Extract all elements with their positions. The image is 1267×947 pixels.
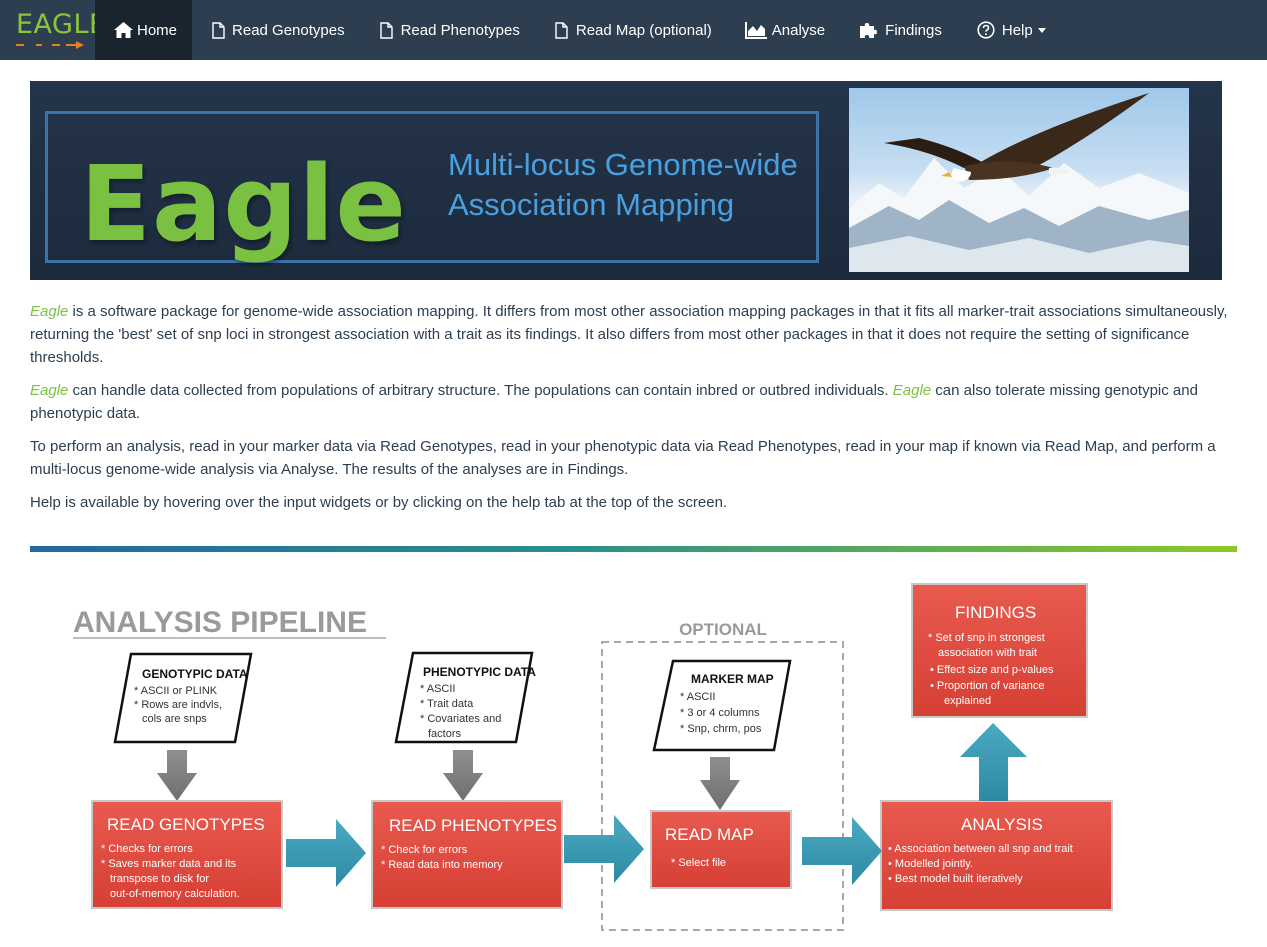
puzzle-icon [857, 20, 881, 40]
intro-p2-text-a: can handle data collected from populatio… [68, 382, 893, 399]
intro-p1-text: is a software package for genome-wide as… [30, 303, 1228, 366]
nav-read-map-label: Read Map (optional) [575, 21, 712, 39]
findings-line: association with trait [938, 647, 1037, 659]
eagle-emphasis: Eagle [30, 382, 69, 399]
gradient-divider [30, 546, 1237, 552]
read-map-line: * Select file [671, 857, 726, 869]
nav-read-phenotypes[interactable]: Read Phenotypes [361, 0, 536, 60]
read-genotypes-title: READ GENOTYPES [107, 815, 265, 834]
brand-name: EAGLE [16, 8, 107, 40]
phenotypic-data-line: * ASCII [420, 683, 455, 695]
nav-read-phenotypes-label: Read Phenotypes [400, 21, 520, 39]
marker-map-title: MARKER MAP [691, 672, 774, 686]
nav-read-genotypes-label: Read Genotypes [232, 21, 345, 39]
intro-paragraph-3: To perform an analysis, read in your mar… [30, 438, 1216, 478]
findings-line: • Proportion of variance [930, 680, 1045, 692]
read-genotypes-step: READ GENOTYPES * Checks for errors * Sav… [91, 800, 283, 909]
phenotypic-data-line: factors [428, 728, 462, 740]
banner-subtitle-line1: Multi-locus Genome-wide [448, 147, 798, 182]
read-genotypes-line: out-of-memory calculation. [110, 888, 240, 900]
phenotypic-data-line: * Covariates and [420, 713, 501, 725]
genotypic-data-title: GENOTYPIC DATA [142, 667, 248, 681]
intro-text: Eagle is a software package for genome-w… [30, 300, 1237, 524]
eagle-emphasis: Eagle [892, 382, 932, 399]
read-phenotypes-step: READ PHENOTYPES * Check for errors * Rea… [371, 800, 563, 909]
hero-banner: Eagle Multi-locus Genome-wide Associatio… [30, 81, 1222, 280]
analysis-pipeline-diagram: ANALYSIS PIPELINE OPTIONAL GENOTYPIC DAT… [30, 565, 1237, 947]
marker-map-line: * 3 or 4 columns [680, 707, 760, 719]
findings-title: FINDINGS [955, 603, 1036, 622]
read-genotypes-line: transpose to disk for [110, 873, 209, 885]
read-map-step: READ MAP * Select file [650, 810, 792, 889]
genotypic-data-line: cols are snps [142, 713, 207, 725]
genotypic-data-line: * ASCII or PLINK [134, 685, 218, 697]
eagle-emphasis: Eagle [30, 303, 69, 320]
down-arrow-icon [157, 750, 197, 801]
read-genotypes-line: * Checks for errors [101, 843, 193, 855]
brand-logo[interactable]: EAGLE [0, 0, 107, 60]
phenotypic-data-title: PHENOTYPIC DATA [423, 665, 536, 679]
area-chart-icon [744, 20, 768, 40]
banner-frame: Eagle Multi-locus Genome-wide Associatio… [45, 111, 819, 265]
nav-findings-label: Findings [885, 21, 942, 39]
caret-down-icon [1037, 27, 1046, 33]
marker-map-input: MARKER MAP * ASCII * 3 or 4 columns * Sn… [652, 659, 792, 752]
banner-subtitle-line2: Association Mapping [448, 187, 735, 222]
up-arrow-icon [960, 723, 1027, 801]
optional-label: OPTIONAL [679, 620, 767, 639]
file-icon [552, 20, 572, 40]
analysis-line: • Association between all snp and trait [888, 843, 1073, 855]
intro-paragraph-4: Help is available by hovering over the i… [30, 494, 728, 511]
eagle-photo [849, 88, 1189, 272]
nav-help-dropdown[interactable]: Help [958, 0, 1062, 60]
findings-line: • Effect size and p-values [930, 664, 1054, 676]
brand-arrow-icon [16, 40, 84, 49]
read-map-title: READ MAP [665, 825, 754, 844]
genotypic-data-line: * Rows are indvls, [134, 699, 222, 711]
question-circle-icon [974, 20, 998, 40]
file-icon [208, 20, 228, 40]
findings-line: explained [944, 695, 991, 707]
file-icon [377, 20, 397, 40]
phenotypic-data-line: * Trait data [420, 698, 474, 710]
nav-home-label: Home [137, 21, 178, 39]
read-phenotypes-title: READ PHENOTYPES [389, 816, 557, 835]
read-genotypes-line: * Saves marker data and its [101, 858, 237, 870]
findings-step: FINDINGS * Set of snp in strongest assoc… [911, 583, 1088, 718]
nav-analyse[interactable]: Analyse [728, 0, 841, 60]
navbar: EAGLE Home Read Genotypes Read Phenotype… [0, 0, 1267, 60]
phenotypic-data-input: PHENOTYPIC DATA * ASCII * Trait data * C… [394, 651, 536, 744]
genotypic-data-input: GENOTYPIC DATA * ASCII or PLINK * Rows a… [113, 652, 253, 744]
right-arrow-icon [564, 815, 644, 883]
nav-analyse-label: Analyse [771, 21, 826, 39]
read-phenotypes-line: * Read data into memory [381, 859, 503, 871]
findings-line: * Set of snp in strongest [928, 632, 1045, 644]
intro-paragraph-1: Eagle is a software package for genome-w… [30, 300, 1237, 369]
nav-read-map[interactable]: Read Map (optional) [536, 0, 728, 60]
nav-home[interactable]: Home [95, 0, 193, 60]
pipeline-heading: ANALYSIS PIPELINE [73, 606, 367, 639]
analysis-title: ANALYSIS [961, 815, 1043, 834]
analysis-line: • Modelled jointly. [888, 858, 973, 870]
down-arrow-icon [443, 750, 483, 801]
marker-map-line: * Snp, chrm, pos [680, 723, 762, 735]
marker-map-line: * ASCII [680, 691, 715, 703]
nav-help-label: Help [1001, 21, 1033, 39]
nav-read-genotypes[interactable]: Read Genotypes [192, 0, 361, 60]
intro-paragraph-2: Eagle can handle data collected from pop… [30, 379, 1237, 425]
down-arrow-icon [700, 757, 740, 810]
analysis-step: ANALYSIS • Association between all snp a… [880, 800, 1113, 911]
nav-findings[interactable]: Findings [841, 0, 958, 60]
read-phenotypes-line: * Check for errors [381, 844, 468, 856]
home-icon [113, 20, 133, 40]
banner-title: Eagle [80, 143, 407, 265]
analysis-line: • Best model built iteratively [888, 873, 1023, 885]
right-arrow-icon [286, 819, 366, 887]
